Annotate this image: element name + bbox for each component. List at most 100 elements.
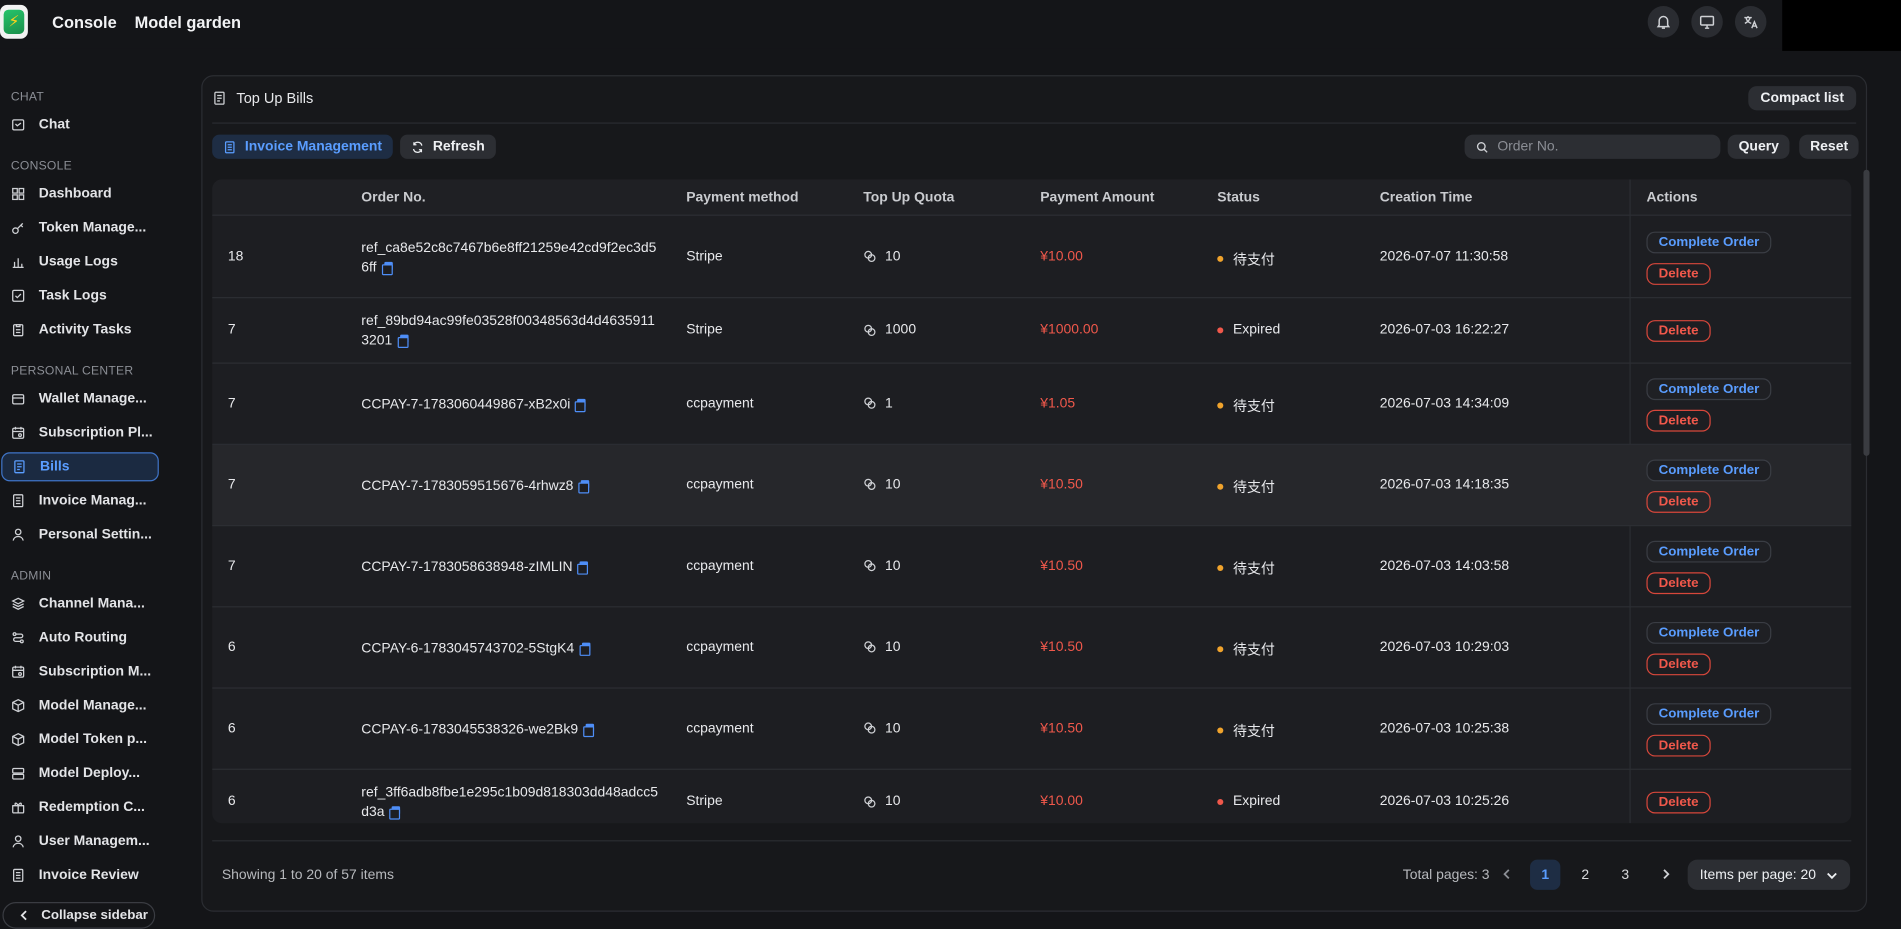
- delete-button[interactable]: Delete: [1646, 571, 1711, 594]
- page-button-1[interactable]: 1: [1530, 859, 1561, 890]
- bell-icon[interactable]: [1647, 6, 1680, 38]
- sidebar-item-channel-mana[interactable]: Channel Mana...: [1, 589, 159, 618]
- order-search[interactable]: [1464, 134, 1721, 159]
- delete-button[interactable]: Delete: [1646, 490, 1711, 513]
- sidebar-item-task-logs[interactable]: Task Logs: [1, 281, 159, 310]
- sidebar-item-auto-routing[interactable]: Auto Routing: [1, 623, 159, 652]
- table-row: 18 ref_ca8e52c8c7467b6e8ff21259e42cd9f2ec…: [212, 217, 1852, 299]
- calendar-icon: [11, 426, 26, 441]
- copy-icon[interactable]: [578, 479, 590, 493]
- compact-list-button[interactable]: Compact list: [1748, 86, 1857, 111]
- sidebar-item-usage-logs[interactable]: Usage Logs: [1, 247, 159, 276]
- creation-time: 2026-07-03 10:29:03: [1379, 639, 1510, 655]
- page-button-3[interactable]: 3: [1610, 860, 1640, 890]
- sidebar-item-subscription-pl[interactable]: Subscription Pl...: [1, 418, 159, 447]
- total-pages: Total pages: 3: [1402, 868, 1490, 883]
- complete-order-button[interactable]: Complete Order: [1646, 702, 1772, 725]
- items-per-page-select[interactable]: Items per page: 20: [1687, 859, 1851, 890]
- refresh-button[interactable]: Refresh: [400, 134, 496, 159]
- order-search-input[interactable]: [1497, 139, 1704, 154]
- sidebar-item-dashboard[interactable]: Dashboard: [1, 179, 159, 208]
- status-dot: [1217, 564, 1224, 572]
- copy-icon[interactable]: [575, 398, 587, 412]
- delete-button[interactable]: Delete: [1646, 320, 1711, 342]
- coins-icon: [864, 641, 876, 653]
- query-button[interactable]: Query: [1727, 134, 1790, 159]
- copy-icon[interactable]: [381, 261, 393, 275]
- payment-method: ccpayment: [686, 558, 754, 573]
- sidebar-item-model-token-p[interactable]: Model Token p...: [1, 725, 159, 754]
- sidebar-item-invoice-manag[interactable]: Invoice Manag...: [1, 486, 159, 515]
- sidebar-item-activity-tasks[interactable]: Activity Tasks: [1, 315, 159, 344]
- creation-time: 2026-07-03 10:25:38: [1379, 720, 1510, 736]
- delete-button[interactable]: Delete: [1646, 652, 1711, 675]
- status-text: 待支付: [1233, 252, 1275, 268]
- row-user-id: 6: [227, 639, 236, 655]
- copy-icon[interactable]: [397, 334, 409, 348]
- server-icon: [11, 766, 26, 781]
- column-header-payment-method: Payment method: [686, 190, 799, 205]
- collapse-sidebar-button[interactable]: Collapse sidebar: [2, 902, 156, 929]
- invoice-management-button[interactable]: Invoice Management: [212, 134, 393, 159]
- sidebar-item-label: Task Logs: [38, 288, 107, 304]
- copy-icon[interactable]: [389, 806, 401, 820]
- copy-icon[interactable]: [577, 560, 589, 575]
- status-badge: Expired: [1217, 322, 1280, 337]
- sidebar-item-model-deploy[interactable]: Model Deploy...: [1, 759, 159, 788]
- bills-panel: Top Up Bills Compact list Invoice Manage…: [201, 75, 1868, 912]
- delete-button[interactable]: Delete: [1646, 262, 1711, 285]
- sidebar-item-bills[interactable]: Bills: [1, 452, 159, 482]
- sidebar-item-personal-settin[interactable]: Personal Settin...: [1, 520, 159, 549]
- order-number-text: CCPAY-7-1783059515676-4rhwz8: [361, 478, 574, 493]
- copy-icon[interactable]: [579, 641, 590, 656]
- status-badge: 待支付: [1217, 477, 1275, 496]
- sidebar-section-personal-center: PERSONAL CENTER: [10, 364, 134, 379]
- payment-amount: ¥10.00: [1040, 249, 1083, 264]
- sidebar-item-wallet-manage[interactable]: Wallet Manage...: [1, 384, 159, 413]
- order-number: CCPAY-6-1783045743702-5StgK4: [361, 638, 658, 657]
- sidebar-item-subscription-m[interactable]: Subscription M...: [1, 657, 159, 686]
- translate-icon[interactable]: [1734, 6, 1767, 38]
- top-up-quota: 1: [863, 396, 893, 410]
- order-number-text: CCPAY-7-1783060449867-xB2x0i: [361, 397, 571, 412]
- page-button-2[interactable]: 2: [1570, 860, 1600, 890]
- complete-order-button[interactable]: Complete Order: [1646, 377, 1772, 400]
- grid-icon: [11, 187, 26, 202]
- sidebar-item-invoice-review[interactable]: Invoice Review: [1, 861, 159, 890]
- delete-button[interactable]: Delete: [1646, 791, 1711, 814]
- copy-icon[interactable]: [582, 723, 594, 737]
- complete-order-button[interactable]: Complete Order: [1646, 621, 1772, 644]
- top-up-quota: 10: [863, 249, 901, 264]
- sidebar-item-redemption-c[interactable]: Redemption C...: [1, 793, 159, 822]
- payment-amount: ¥10.50: [1040, 558, 1083, 573]
- scrollbar[interactable]: [1863, 169, 1870, 456]
- nav-console[interactable]: Console: [52, 13, 117, 31]
- sidebar-item-model-manage[interactable]: Model Manage...: [1, 691, 159, 720]
- sidebar-item-label: Invoice Review: [38, 868, 139, 883]
- app-logo[interactable]: ⚡: [0, 4, 28, 39]
- nav-model-garden[interactable]: Model garden: [135, 13, 241, 31]
- sidebar-item-label: Personal Settin...: [38, 527, 152, 542]
- delete-button[interactable]: Delete: [1646, 409, 1711, 432]
- status-dot: [1217, 326, 1224, 333]
- collapse-sidebar-label: Collapse sidebar: [41, 908, 148, 923]
- next-page-icon[interactable]: [1657, 866, 1674, 883]
- quota-value: 10: [885, 249, 901, 264]
- row-user-id: 7: [227, 322, 236, 338]
- quota-value: 10: [885, 477, 901, 492]
- sidebar-item-chat[interactable]: Chat: [1, 110, 159, 139]
- order-number: CCPAY-7-1783058638948-zIMLIN: [361, 557, 658, 576]
- complete-order-button[interactable]: Complete Order: [1646, 540, 1772, 562]
- user-icon: [11, 834, 26, 849]
- sidebar-item-token-manage[interactable]: Token Manage...: [1, 213, 159, 242]
- prev-page-icon[interactable]: [1499, 866, 1516, 883]
- sidebar-item-label: Subscription M...: [38, 664, 152, 679]
- complete-order-button[interactable]: Complete Order: [1646, 458, 1772, 481]
- delete-button[interactable]: Delete: [1646, 734, 1711, 756]
- monitor-icon[interactable]: [1691, 6, 1723, 38]
- row-user-id: 6: [227, 794, 236, 809]
- sidebar-item-user-managem[interactable]: User Managem...: [1, 827, 159, 856]
- complete-order-button[interactable]: Complete Order: [1646, 230, 1772, 253]
- key-icon: [11, 221, 26, 236]
- reset-button[interactable]: Reset: [1799, 134, 1860, 159]
